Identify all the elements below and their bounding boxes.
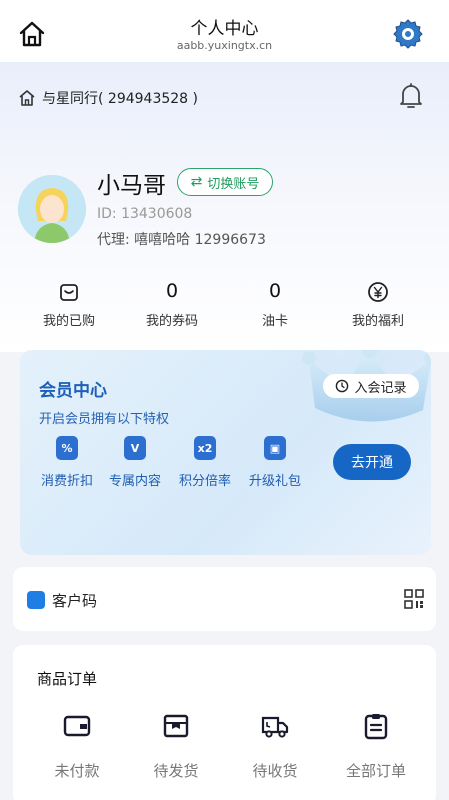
avatar[interactable]	[18, 175, 86, 243]
perk-label: 升级礼包	[248, 474, 301, 489]
truck-icon	[261, 716, 289, 738]
page-url: aabb.yuxingtx.cn	[176, 39, 273, 52]
qr-code-icon[interactable]	[404, 589, 424, 609]
perk-label: 消费折扣	[40, 474, 93, 489]
perk-label: 专属内容	[108, 474, 161, 489]
stat-label: 我的福利	[351, 314, 404, 329]
top-bar: 个人中心 aabb.yuxingtx.cn	[0, 0, 449, 62]
stat-label: 油卡	[261, 314, 288, 329]
order-label: 全部订单	[345, 762, 406, 780]
order-label: 未付款	[54, 762, 100, 780]
stat-label: 我的已购	[42, 314, 95, 329]
switch-account-label: 切换账号	[207, 176, 260, 192]
stat-benefits[interactable]: 我的福利	[328, 278, 428, 329]
order-label: 待收货	[252, 762, 298, 780]
stats-row: 我的已购 0 我的券码 0 油卡 我的福利	[0, 278, 449, 334]
agent-info: 代理: 嘻嘻哈哈 12996673	[97, 232, 266, 248]
switch-account-button[interactable]: ⇄ 切换账号	[177, 168, 273, 196]
record-label: 入会记录	[354, 380, 407, 396]
stat-coupons[interactable]: 0 我的券码	[122, 278, 222, 329]
stat-value: 0	[165, 280, 179, 302]
stat-label: 我的券码	[145, 314, 198, 329]
open-vip-button[interactable]: 去开通	[333, 444, 411, 480]
perk-points[interactable]: x2 积分倍率	[177, 436, 233, 489]
stat-value: 0	[268, 280, 282, 302]
user-name: 小马哥	[97, 173, 166, 199]
yen-icon	[368, 282, 388, 302]
vip-title: 会员中心	[39, 381, 107, 401]
group-label: 与星同行( 294943528 )	[42, 91, 198, 107]
crown-icon	[302, 350, 431, 422]
customer-code-row[interactable]: 客户码	[13, 567, 436, 631]
order-to-receive[interactable]: 待收货	[233, 712, 317, 781]
membership-record-button[interactable]: 入会记录	[323, 374, 419, 398]
order-all[interactable]: 全部订单	[334, 712, 418, 781]
order-to-ship[interactable]: 待发货	[134, 712, 218, 781]
order-label: 待发货	[153, 762, 199, 780]
perk-label: 积分倍率	[178, 474, 231, 489]
order-unpaid[interactable]: 未付款	[35, 712, 119, 781]
wallet-icon	[63, 715, 91, 737]
vip-subtitle: 开启会员拥有以下特权	[39, 412, 170, 427]
orders-title: 商品订单	[37, 670, 98, 688]
customer-code-label: 客户码	[52, 592, 98, 610]
gift-basket-icon: ▣	[264, 436, 286, 460]
vip-badge-icon: V	[124, 436, 146, 460]
history-icon	[336, 379, 349, 393]
perk-gift[interactable]: ▣ 升级礼包	[247, 436, 303, 489]
perk-exclusive[interactable]: V 专属内容	[107, 436, 163, 489]
switch-arrows-icon: ⇄	[190, 174, 203, 190]
discount-icon: %	[56, 436, 78, 460]
page-title: 个人中心	[190, 19, 259, 39]
purchase-icon	[60, 284, 78, 301]
avatar-illustration	[18, 175, 86, 243]
bell-icon[interactable]	[398, 82, 424, 110]
user-badge-icon	[27, 591, 45, 609]
user-id: ID: 13430608	[97, 206, 193, 222]
box-icon	[163, 714, 189, 738]
stat-fuel-card[interactable]: 0 油卡	[225, 278, 325, 329]
clipboard-icon	[364, 714, 388, 740]
house-icon	[19, 90, 35, 106]
gear-icon[interactable]	[392, 18, 424, 50]
group-info[interactable]: 与星同行( 294943528 )	[18, 88, 198, 108]
stat-purchased[interactable]: 我的已购	[19, 278, 119, 329]
perk-discount[interactable]: % 消费折扣	[39, 436, 95, 489]
orders-card: 商品订单 未付款 待发货 待收货 全部订单	[13, 645, 436, 800]
vip-center-card: 会员中心 开启会员拥有以下特权 入会记录 % 消费折扣 V 专属内容 x2 积分…	[20, 350, 431, 555]
points-multiplier-icon: x2	[194, 436, 216, 460]
